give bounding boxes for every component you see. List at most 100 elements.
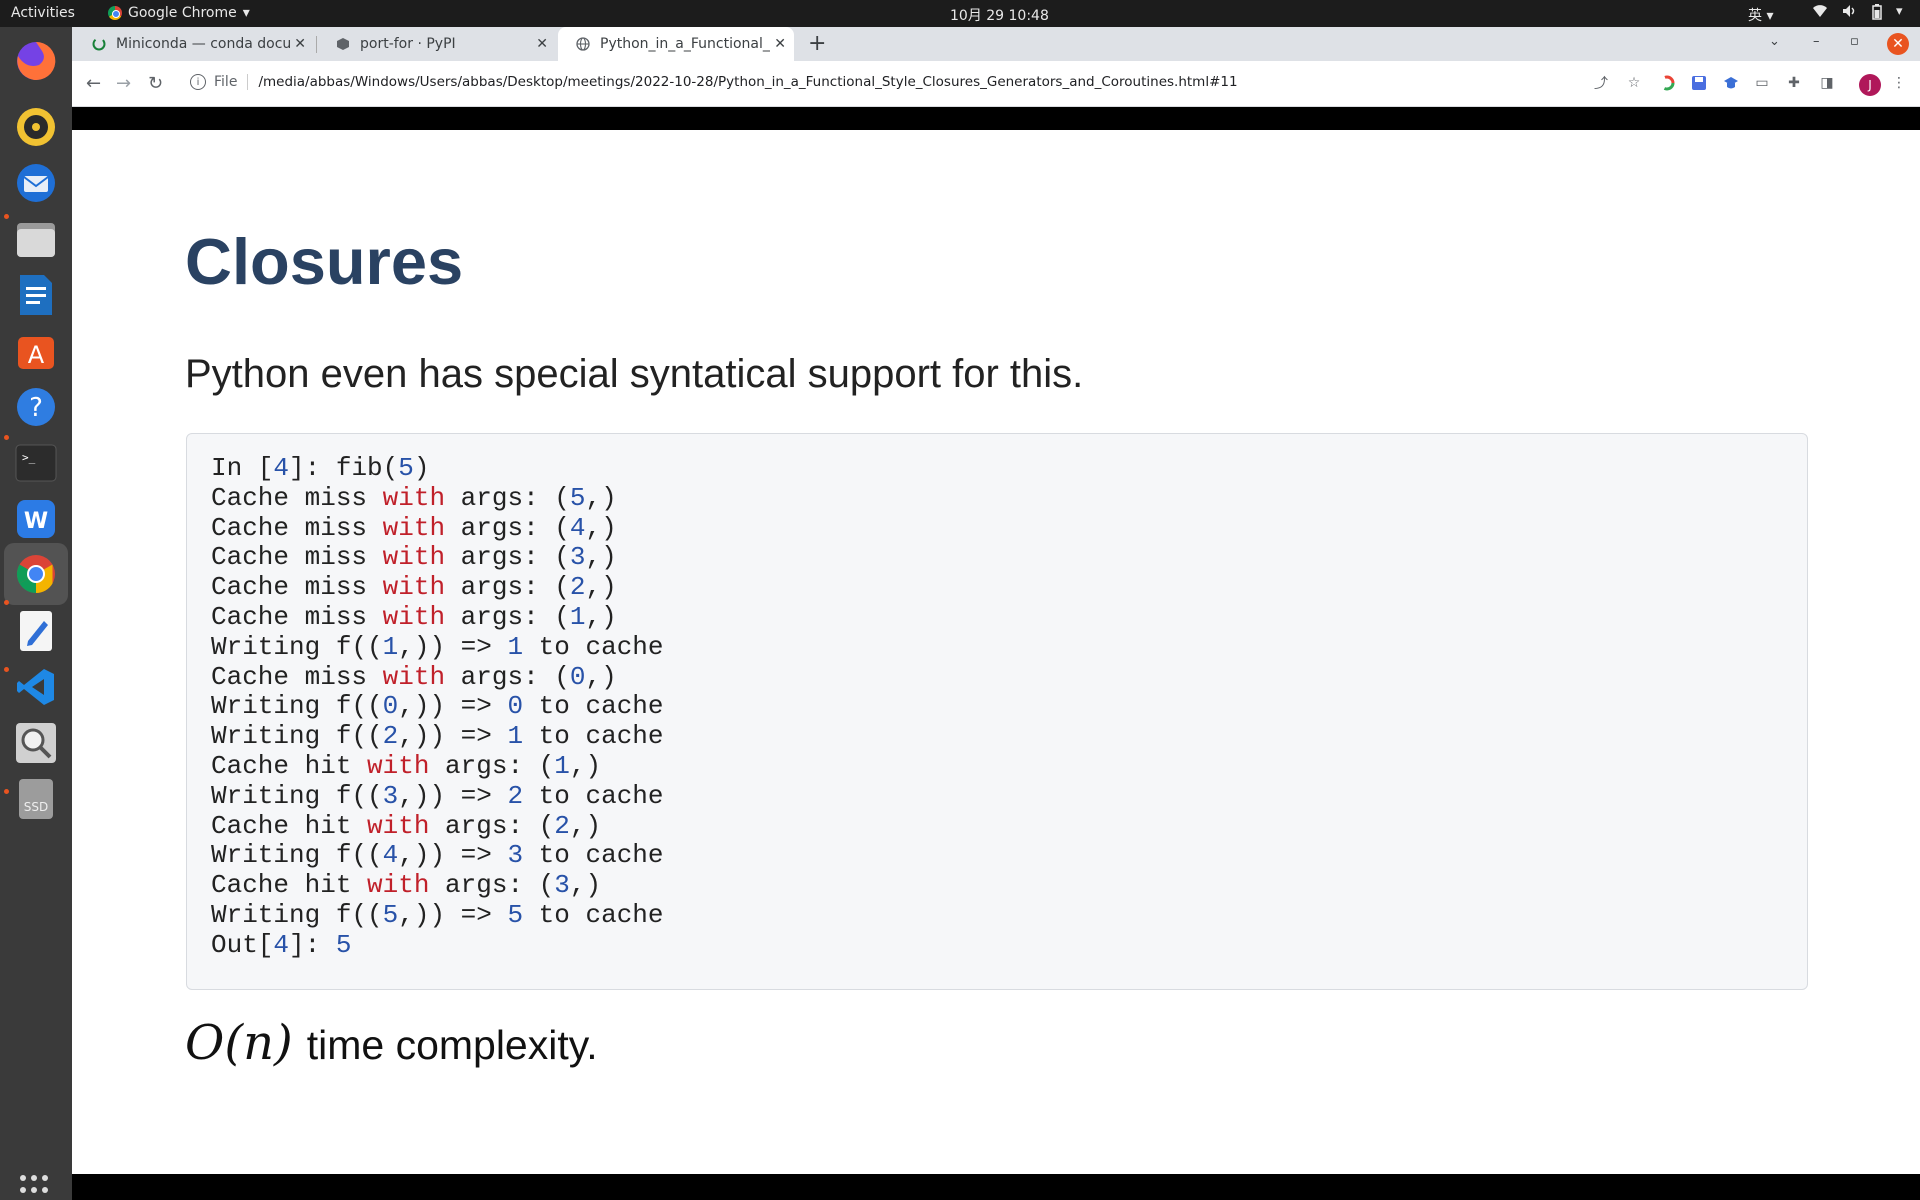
rhythmbox-icon[interactable] (12, 103, 60, 151)
code-number: 1 (554, 750, 570, 781)
chrome-icon[interactable] (4, 543, 68, 605)
code-text: ,)) => (398, 840, 508, 871)
profile-avatar[interactable]: J (1859, 74, 1881, 96)
running-indicator (4, 789, 9, 794)
wps-office-icon[interactable]: W (12, 495, 60, 543)
code-line: Writing f((0,)) => 0 to cache (211, 691, 1783, 722)
code-line: Cache miss with args: (5,) (211, 482, 1783, 514)
close-tab-icon[interactable]: ✕ (294, 36, 306, 52)
code-text: Cache hit (211, 810, 368, 841)
code-number: 4 (273, 929, 290, 960)
code-text: Cache miss (211, 572, 383, 603)
tab-miniconda[interactable]: Miniconda — conda docu ✕ (74, 27, 314, 61)
code-text: to cache (523, 691, 664, 722)
close-tab-icon[interactable]: ✕ (536, 36, 548, 52)
code-text: Cache miss (211, 601, 383, 632)
text-editor-icon[interactable] (12, 607, 60, 655)
code-number: 3 (554, 870, 570, 901)
reader-extension-icon[interactable]: ▭ (1753, 74, 1771, 92)
tab-pypi[interactable]: port-for · PyPI ✕ (318, 27, 556, 61)
svg-text:A: A (28, 341, 45, 369)
graduation-cap-icon[interactable] (1722, 74, 1740, 92)
code-text: ,) (585, 482, 617, 513)
forward-icon[interactable]: → (116, 73, 131, 94)
code-keyword: with (382, 542, 446, 573)
code-text: ]: fib( (289, 453, 399, 483)
code-number: 0 (382, 691, 399, 722)
tab-strip: Miniconda — conda docu ✕ port-for · PyPI… (72, 27, 1920, 61)
libreoffice-writer-icon[interactable] (12, 271, 60, 319)
code-text: ,) (569, 870, 602, 901)
gnome-top-bar: Activities Google Chrome ▾ 10月 29 10:48 … (0, 0, 1920, 27)
restore-icon[interactable]: ▫ (1850, 34, 1859, 49)
browser-toolbar: ← → ↻ i File /media/abbas/Windows/Users/… (72, 61, 1920, 107)
code-text: ,) (585, 661, 617, 692)
help-icon[interactable]: ? (12, 383, 60, 431)
code-text: Cache miss (211, 661, 383, 692)
bookmark-star-icon[interactable]: ☆ (1625, 74, 1643, 92)
ssd-drive-icon[interactable]: SSD (12, 775, 60, 823)
code-number: 1 (507, 721, 524, 752)
cube-icon (337, 38, 349, 50)
ssd-label: SSD (24, 800, 48, 814)
firefox-icon[interactable] (12, 37, 60, 85)
extension-color-icon[interactable] (1658, 74, 1676, 92)
code-text: ,)) => (398, 899, 508, 930)
browser-window: Miniconda — conda docu ✕ port-for · PyPI… (72, 27, 1920, 1200)
big-o-formula: O(n) (185, 1015, 293, 1071)
code-line: Cache miss with args: (3,) (211, 542, 1783, 573)
more-menu-icon[interactable]: ⋮ (1890, 74, 1908, 92)
thunderbird-icon[interactable] (12, 159, 60, 207)
app-menu[interactable]: Google Chrome ▾ (108, 5, 250, 21)
files-icon[interactable] (12, 215, 60, 263)
code-text: ,) (569, 750, 602, 781)
code-keyword: with (367, 750, 430, 781)
code-text: args: ( (429, 750, 555, 781)
show-applications-icon[interactable] (20, 1175, 52, 1200)
activities-button[interactable]: Activities (11, 5, 75, 21)
code-number: 5 (382, 899, 399, 930)
close-window-icon[interactable]: ✕ (1887, 33, 1909, 55)
clock[interactable]: 10月 29 10:48 (950, 5, 1049, 25)
new-tab-button[interactable]: + (808, 31, 826, 56)
code-block: In [4]: fib(5) Cache miss with args: (5,)… (186, 433, 1808, 990)
site-info-icon[interactable]: i (190, 74, 206, 90)
address-divider (247, 74, 249, 90)
page-viewport: Closures Python even has special syntati… (72, 107, 1920, 1200)
code-line: Out[4]: 5 (211, 929, 1783, 961)
code-text: args: ( (445, 601, 570, 632)
address-bar[interactable]: i File /media/abbas/Windows/Users/abbas/… (182, 67, 1762, 97)
share-icon[interactable]: ⤴ (1592, 74, 1610, 92)
back-icon[interactable]: ← (86, 73, 101, 94)
app-center-icon[interactable]: A (12, 327, 60, 375)
code-text: to cache (523, 899, 664, 930)
input-method-indicator[interactable]: 英 ▾ (1748, 5, 1773, 25)
code-text: In [ (211, 453, 274, 483)
reload-icon[interactable]: ↻ (148, 73, 163, 94)
code-text: Writing f(( (211, 840, 383, 871)
code-text: Writing f(( (211, 780, 383, 811)
address-url[interactable]: /media/abbas/Windows/Users/abbas/Desktop… (258, 74, 1237, 90)
side-panel-icon[interactable]: ◨ (1818, 74, 1836, 92)
extensions-puzzle-icon[interactable]: ✚ (1785, 74, 1803, 92)
code-keyword: with (367, 810, 430, 841)
code-number: 0 (569, 661, 586, 692)
minimize-icon[interactable]: – (1813, 34, 1820, 49)
running-indicator (4, 214, 9, 219)
close-tab-icon[interactable]: ✕ (774, 36, 786, 52)
code-text: ,) (585, 601, 617, 632)
tab-search-icon[interactable]: ⌄ (1769, 34, 1780, 49)
volume-icon (1843, 5, 1855, 17)
vscode-icon[interactable] (12, 663, 60, 711)
tab-title: Miniconda — conda docu (116, 36, 291, 52)
code-text: ,)) => (398, 631, 508, 662)
magnifier-icon[interactable] (12, 719, 60, 767)
tab-title: port-for · PyPI (360, 36, 456, 52)
slide-top-bar (72, 107, 1920, 130)
loading-spinner-icon (92, 37, 106, 51)
code-number: 3 (507, 840, 524, 871)
terminal-icon[interactable]: >_ (12, 439, 60, 487)
tab-python-functional[interactable]: Python_in_a_Functional_S ✕ (558, 27, 794, 61)
save-extension-icon[interactable] (1690, 74, 1708, 92)
system-tray[interactable]: ▾ (1812, 4, 1903, 20)
